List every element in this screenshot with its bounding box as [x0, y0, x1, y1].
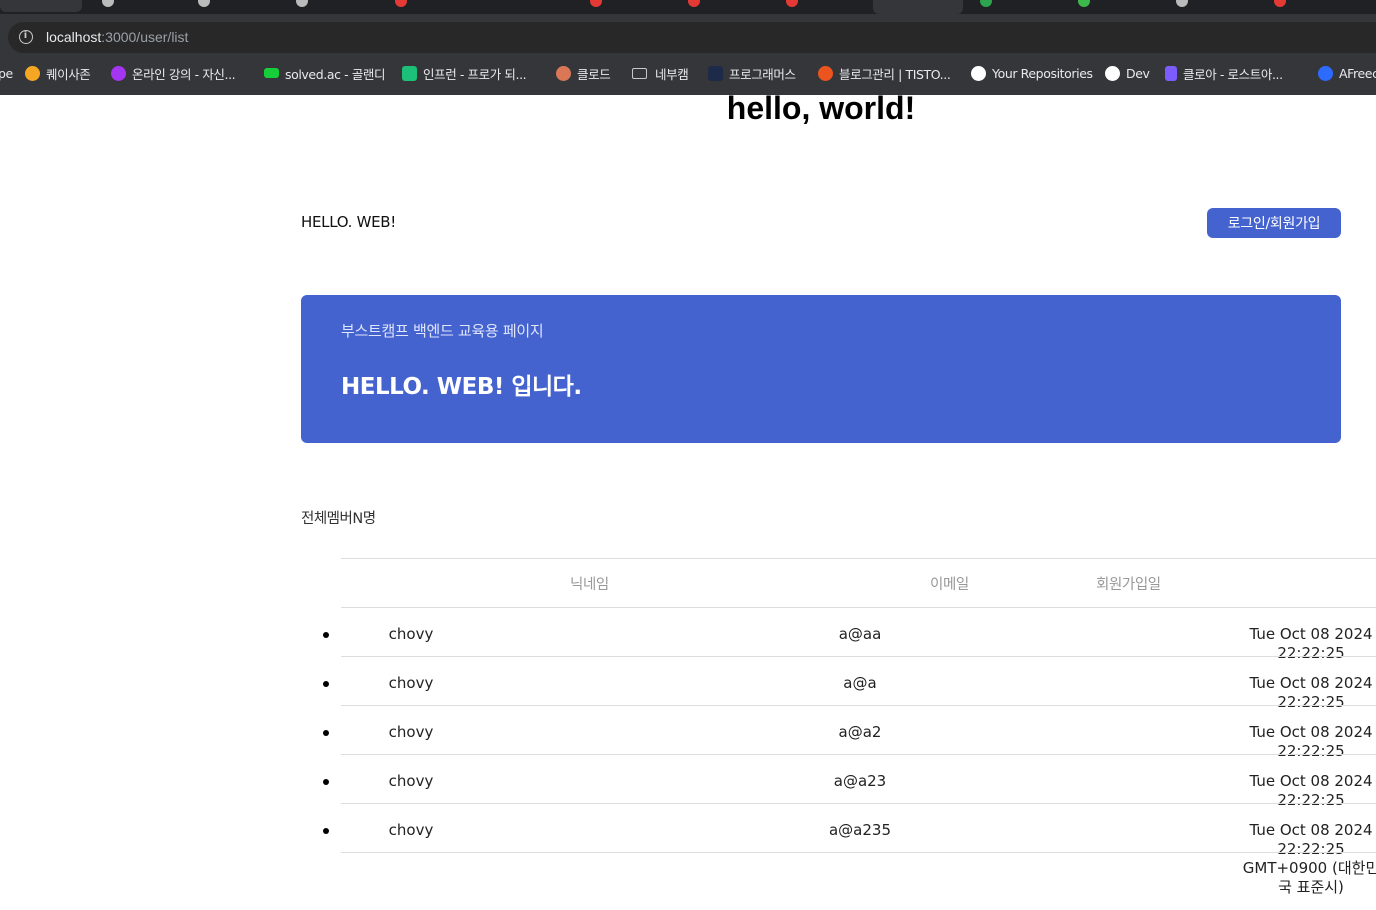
list-bullet: [323, 730, 329, 736]
bookmark-inflearn[interactable]: 인프런 - 프로가 되...: [402, 62, 527, 84]
bookmark-tistory[interactable]: 블로그관리 | TISTO...: [818, 62, 951, 84]
tab-favicon-icon: [590, 0, 602, 7]
table-row: chovy a@a2 Tue Oct 08 2024 22:22:25: [0, 706, 1376, 760]
bookmarks-bar: pe 퀘이사존 온라인 강의 - 자신... solved.ac - 골랜디 인…: [0, 62, 1376, 84]
page-title: hello, world!: [726, 90, 916, 126]
tab-favicon-icon: [786, 0, 798, 7]
login-signup-button[interactable]: 로그인/회원가입: [1207, 208, 1341, 238]
folder-icon: [632, 67, 647, 79]
tab-favicon-icon: [296, 0, 308, 7]
bookmark-item[interactable]: pe: [0, 62, 13, 84]
list-bullet: [323, 681, 329, 687]
claude-icon: [556, 65, 571, 81]
tistory-icon: [818, 65, 833, 81]
table-row: chovy a@aa Tue Oct 08 2024 22:22:25: [0, 608, 1376, 662]
chatgpt-icon: [1105, 65, 1120, 81]
site-info-icon[interactable]: [19, 30, 33, 44]
email-cell: a@a: [843, 674, 877, 692]
tab-favicon-icon: [102, 0, 114, 7]
nickname-cell: chovy: [388, 625, 434, 643]
kloa-icon: [1165, 65, 1177, 81]
bookmark-quasarzone[interactable]: 퀘이사존: [25, 62, 91, 84]
list-bullet: [323, 632, 329, 638]
tab-favicon-icon: [980, 0, 992, 7]
column-header-nickname: 닉네임: [570, 577, 609, 593]
email-cell: a@a2: [838, 723, 882, 741]
list-bullet: [323, 828, 329, 834]
url-text[interactable]: localhost:3000/user/list: [46, 29, 188, 45]
column-header-email: 이메일: [930, 577, 969, 593]
programmers-icon: [708, 65, 723, 81]
tab-favicon-icon: [1176, 0, 1188, 7]
inflearn-icon: [402, 65, 417, 81]
afreeca-icon: [1318, 65, 1333, 81]
browser-chrome: localhost:3000/user/list pe 퀘이사존 온라인 강의 …: [0, 0, 1376, 95]
bookmark-claude[interactable]: 클로드: [556, 62, 611, 84]
hero-title: HELLO. WEB! 입니다.: [341, 374, 582, 400]
member-count: 전체멤버N명: [301, 511, 376, 527]
active-tab[interactable]: [873, 0, 963, 14]
bookmark-github[interactable]: Your Repositories: [971, 62, 1093, 84]
table-header: 닉네임 이메일 회원가입일: [341, 558, 1376, 608]
address-bar[interactable]: localhost:3000/user/list: [8, 22, 1376, 53]
nickname-cell: chovy: [388, 821, 434, 839]
nickname-cell: chovy: [388, 723, 434, 741]
table-row: chovy a@a235 Tue Oct 08 2024 22:22:25 GM…: [0, 804, 1376, 896]
tab-favicon-icon: [198, 0, 210, 7]
email-cell: a@a23: [833, 772, 887, 790]
tab-strip: [0, 0, 1376, 14]
bookmark-udemy[interactable]: 온라인 강의 - 자신...: [111, 62, 236, 84]
tab-favicon-icon: [395, 0, 407, 7]
table-row: chovy a@a Tue Oct 08 2024 22:22:25: [0, 657, 1376, 711]
joined-date-cell: Tue Oct 08 2024 22:22:25 GMT+0900 (대한민국 …: [1242, 821, 1376, 896]
brand-logo-text[interactable]: HELLO. WEB!: [301, 213, 396, 231]
solvedac-icon: [264, 68, 279, 78]
bookmark-programmers[interactable]: 프로그래머스: [708, 62, 796, 84]
hero-banner: 부스트캠프 백엔드 교육용 페이지 HELLO. WEB! 입니다.: [301, 295, 1341, 443]
bookmark-dev[interactable]: Dev: [1105, 62, 1150, 84]
nickname-cell: chovy: [388, 674, 434, 692]
table-row: chovy a@a23 Tue Oct 08 2024 22:22:25: [0, 755, 1376, 809]
tab-favicon-icon: [1078, 0, 1090, 7]
bookmark-kloa[interactable]: 클로아 - 로스트아...: [1165, 62, 1283, 84]
bookmark-afreeca[interactable]: AFreec: [1318, 62, 1376, 84]
nickname-cell: chovy: [388, 772, 434, 790]
udemy-icon: [111, 65, 126, 81]
quasarzone-icon: [25, 65, 40, 81]
tab-favicon-icon: [688, 0, 700, 7]
email-cell: a@a235: [828, 821, 891, 839]
email-cell: a@aa: [838, 625, 882, 643]
browser-tab[interactable]: [0, 0, 82, 12]
tab-favicon-icon: [1274, 0, 1286, 7]
list-bullet: [323, 779, 329, 785]
github-icon: [971, 65, 986, 81]
column-header-joined: 회원가입일: [1096, 577, 1161, 593]
row-divider: [341, 852, 1376, 853]
hero-subtitle: 부스트캠프 백엔드 교육용 페이지: [341, 322, 544, 340]
bookmark-solvedac[interactable]: solved.ac - 골랜디: [264, 62, 386, 84]
bookmark-folder[interactable]: 네부캠: [632, 62, 689, 84]
